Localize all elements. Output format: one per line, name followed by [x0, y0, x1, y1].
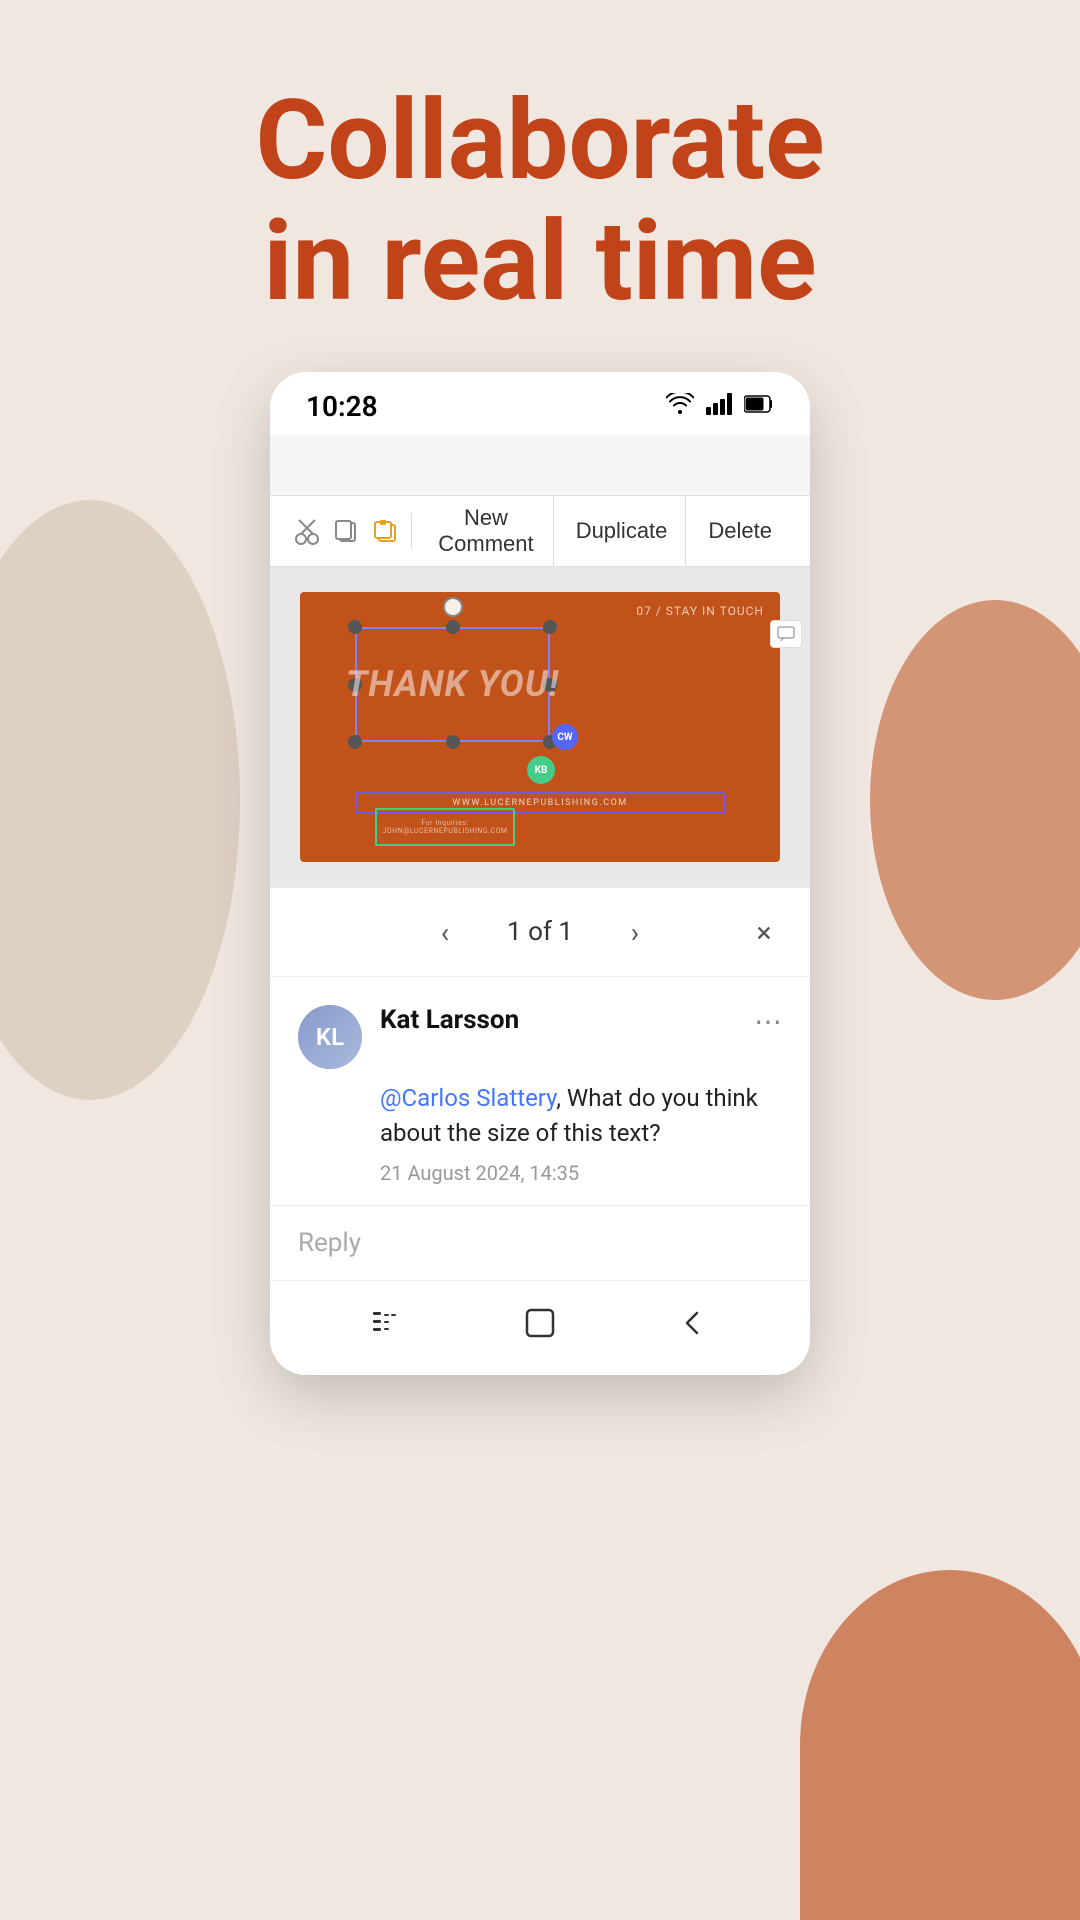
avatar-image: KL [298, 1005, 362, 1069]
signal-icon [706, 393, 732, 421]
duplicate-button[interactable]: Duplicate [558, 496, 687, 566]
slide-label: 07 / STAY IN TOUCH [636, 604, 764, 618]
canvas-area: 07 / STAY IN TOUCH [270, 567, 810, 887]
delete-button[interactable]: Delete [690, 496, 790, 566]
slide: 07 / STAY IN TOUCH [300, 592, 780, 862]
toolbar-divider-1 [411, 513, 412, 549]
cut-button[interactable] [290, 505, 325, 557]
mention: @Carlos Slattery [380, 1084, 556, 1112]
comment-header: KL Kat Larsson ⋯ [298, 1005, 782, 1069]
top-toolbar-area [270, 435, 810, 495]
thank-you-text: THANK YOU! [355, 627, 550, 742]
commenter-name: Kat Larsson [380, 1005, 782, 1035]
pagination-text: 1 of 1 [507, 917, 573, 947]
comment-body: @Carlos Slattery, What do you think abou… [298, 1081, 782, 1151]
selected-text-element: THANK YOU! CW [355, 627, 550, 742]
reply-input[interactable]: Reply [298, 1228, 361, 1258]
nav-back-button[interactable] [669, 1299, 717, 1347]
more-options-button[interactable]: ⋯ [754, 1005, 782, 1038]
prev-page-button[interactable]: ‹ [423, 910, 467, 954]
page-content: Collaborate in real time 10:28 [0, 0, 1080, 1920]
kb-badge: KB [527, 756, 555, 784]
copy-button[interactable] [329, 505, 364, 557]
inquiries-email: JOHN@LUCERNEPUBLISHING.COM [382, 827, 507, 835]
avatar: KL [298, 1005, 362, 1069]
inquiries-label: For Inquiries: [421, 819, 468, 827]
wifi-icon [666, 393, 694, 421]
rotate-handle [443, 597, 463, 617]
nav-bar [270, 1280, 810, 1375]
comment-bubble-icon [770, 620, 802, 648]
nav-home-button[interactable] [516, 1299, 564, 1347]
comment-meta: Kat Larsson [380, 1005, 782, 1037]
next-page-button[interactable]: › [613, 910, 657, 954]
cw-badge: CW [552, 724, 578, 750]
inquiries-element: For Inquiries: JOHN@LUCERNEPUBLISHING.CO… [375, 808, 515, 846]
context-toolbar: New Comment Duplicate Delete [270, 495, 810, 567]
heading-area: Collaborate in real time [255, 80, 824, 322]
paste-button[interactable] [368, 505, 403, 557]
status-time: 10:28 [306, 390, 378, 423]
new-comment-button[interactable]: New Comment [419, 496, 553, 566]
page-title: Collaborate in real time [255, 80, 824, 322]
phone-mockup: 10:28 [270, 372, 810, 1375]
nav-menu-button[interactable] [363, 1299, 411, 1347]
battery-icon [744, 394, 774, 419]
pagination-bar: ‹ 1 of 1 › × [270, 887, 810, 976]
comment-section: KL Kat Larsson ⋯ @Carlos Slattery, What … [270, 976, 810, 1205]
reply-bar: Reply [270, 1205, 810, 1280]
close-pagination-button[interactable]: × [742, 910, 786, 954]
comment-timestamp: 21 August 2024, 14:35 [298, 1161, 782, 1185]
status-icons [666, 393, 774, 421]
status-bar: 10:28 [270, 372, 810, 435]
